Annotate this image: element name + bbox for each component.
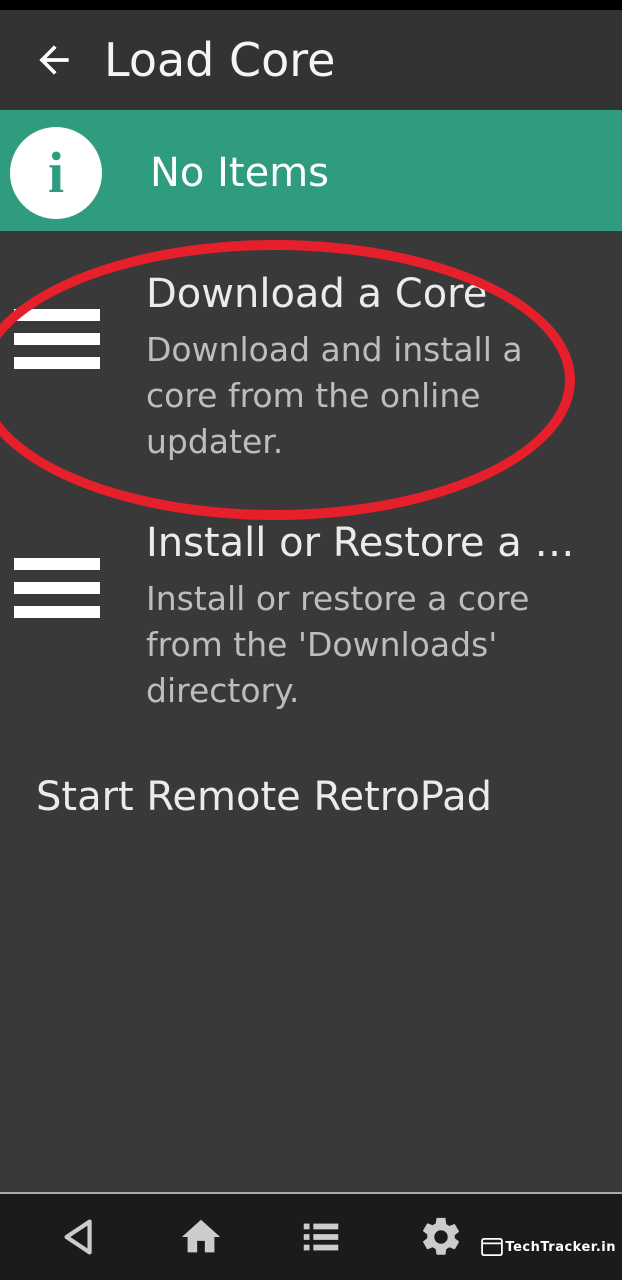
gear-icon <box>418 1214 464 1260</box>
watermark: TechTracker.in <box>481 1238 616 1256</box>
back-button[interactable] <box>24 30 84 90</box>
item-description: Download and install a core from the onl… <box>146 327 586 466</box>
item-title: Download a Core <box>146 271 586 317</box>
watermark-text: TechTracker.in <box>505 1240 616 1255</box>
status-bar <box>0 0 622 10</box>
page-title: Load Core <box>104 33 335 87</box>
list-icon <box>298 1214 344 1260</box>
home-icon <box>178 1214 224 1260</box>
nav-settings-button[interactable] <box>416 1212 466 1262</box>
window-icon <box>481 1238 503 1256</box>
item-title: Install or Restore a Core <box>146 520 586 566</box>
menu-item-install-restore-core[interactable]: Install or Restore a Core Install or res… <box>0 496 622 745</box>
triangle-back-icon <box>57 1214 103 1260</box>
info-icon: i <box>10 127 102 219</box>
item-description: Install or restore a core from the 'Down… <box>146 576 586 715</box>
app-header: Load Core <box>0 10 622 110</box>
bottom-navigation: TechTracker.in <box>0 1194 622 1280</box>
arrow-left-icon <box>32 38 76 82</box>
no-items-banner: i No Items <box>0 110 622 231</box>
banner-text: No Items <box>150 150 329 196</box>
main-content: Download a Core Download and install a c… <box>0 231 622 1194</box>
nav-back-button[interactable] <box>55 1212 105 1262</box>
menu-lines-icon <box>14 558 104 618</box>
nav-home-button[interactable] <box>176 1212 226 1262</box>
nav-list-button[interactable] <box>296 1212 346 1262</box>
menu-lines-icon <box>14 309 104 369</box>
menu-item-start-remote-retropad[interactable]: Start Remote RetroPad <box>0 744 622 840</box>
menu-item-download-core[interactable]: Download a Core Download and install a c… <box>0 231 622 496</box>
